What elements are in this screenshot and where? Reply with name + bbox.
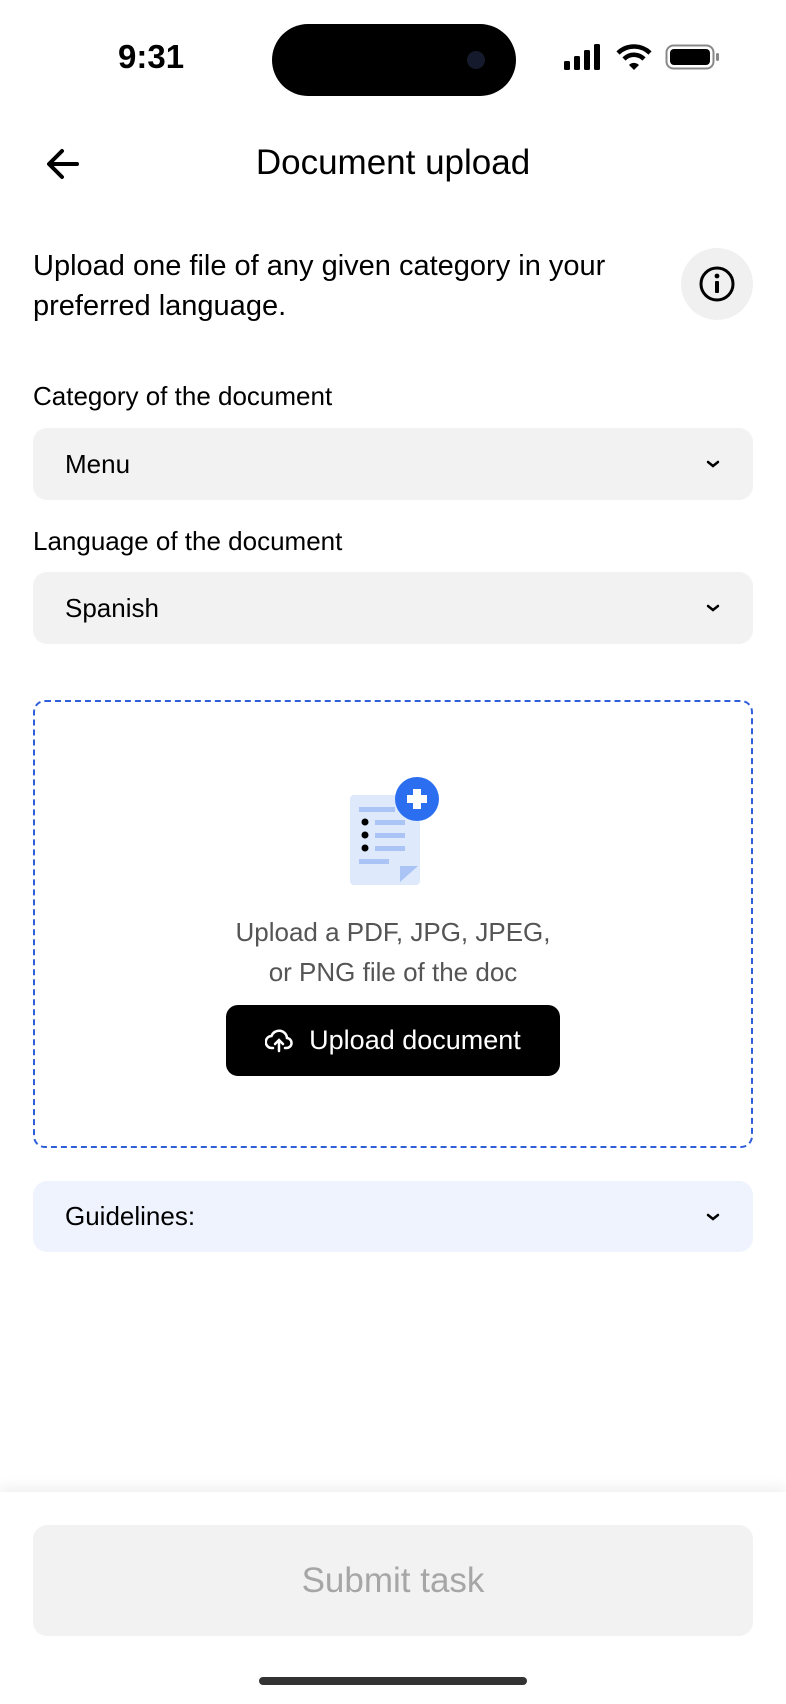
status-time: 9:31 [118,38,185,75]
battery-icon [665,44,719,70]
language-label: Language of the document [33,526,343,556]
cloud-upload-icon [265,1029,293,1052]
home-indicator[interactable] [259,1677,527,1685]
intro-text: Upload one file of any given category in… [33,250,606,322]
info-button[interactable] [681,248,753,320]
document-add-icon [350,777,439,885]
language-select[interactable]: Spanish [33,572,753,644]
submit-task-button[interactable]: Submit task [33,1525,753,1636]
chevron-down-icon [706,1213,720,1221]
page-title: Document upload [255,143,531,182]
info-icon [699,266,735,302]
guidelines-accordion[interactable]: Guidelines: [33,1181,753,1252]
upload-hint: Upload a PDF, JPG, JPEG, or PNG file of … [0,912,786,992]
upload-document-button[interactable]: Upload document [226,1005,560,1076]
camera-icon [467,51,485,69]
upload-hint-line1: Upload a PDF, JPG, JPEG, [235,917,551,947]
category-select[interactable]: Menu [33,428,753,500]
category-value: Menu [65,448,131,479]
chevron-down-icon [706,460,720,468]
upload-button-label: Upload document [309,1025,521,1055]
upload-hint-line2: or PNG file of the doc [268,957,518,987]
language-value: Spanish [65,592,159,623]
signal-icon [564,44,600,70]
category-label: Category of the document [33,381,333,411]
wifi-icon [616,44,652,70]
chevron-down-icon [706,604,720,612]
guidelines-label: Guidelines: [65,1201,196,1231]
